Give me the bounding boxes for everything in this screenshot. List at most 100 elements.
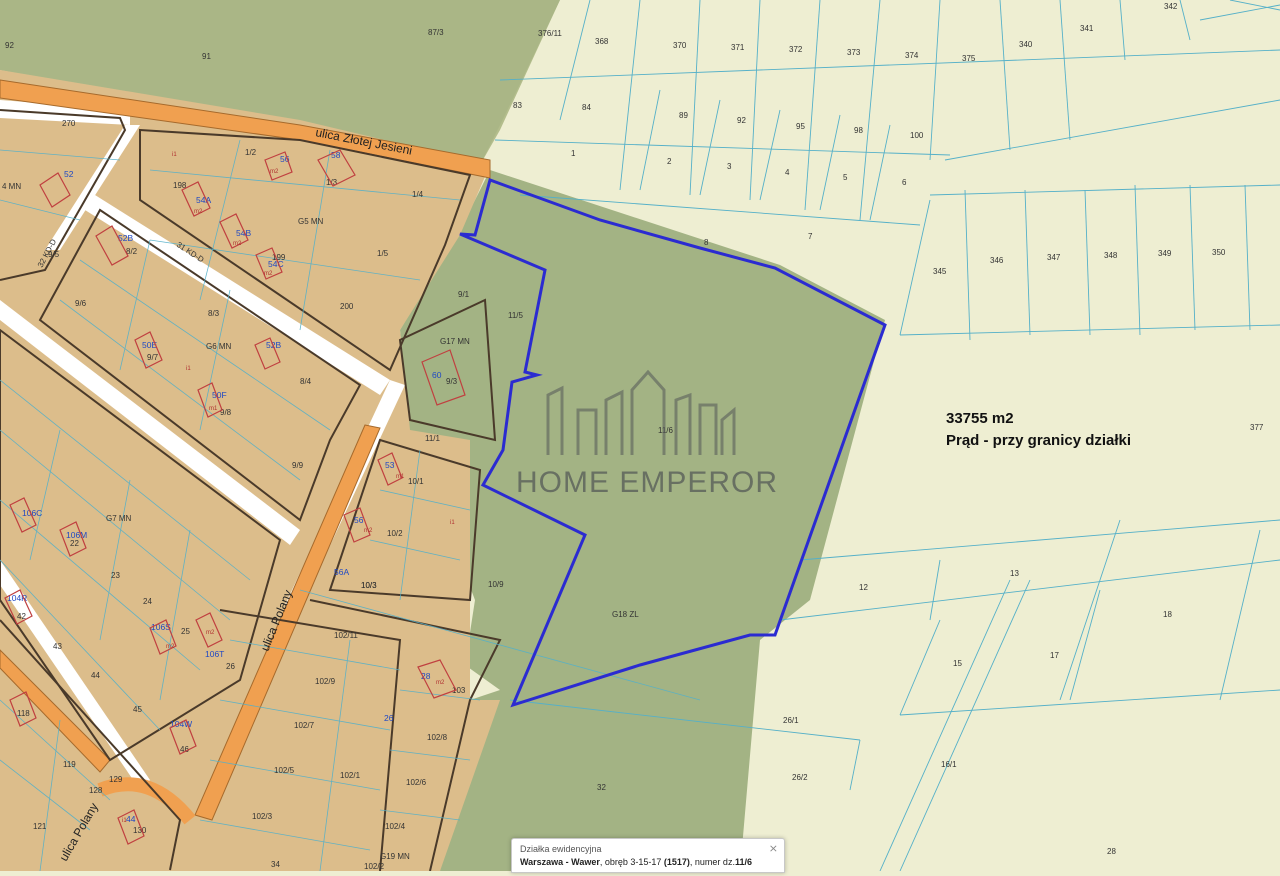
popup-location: Warszawa - Wawer xyxy=(520,857,600,867)
parcel-label: 346 xyxy=(990,256,1004,265)
parcel-label: 347 xyxy=(1047,253,1061,262)
symbol-label: m2 xyxy=(194,209,203,215)
house-number-label: 106M xyxy=(66,530,87,540)
parcel-label: 83 xyxy=(513,101,522,110)
parcel-label: 10/3 xyxy=(361,581,377,590)
parcel-label: 102/1 xyxy=(340,771,361,780)
parcel-label: 349 xyxy=(1158,249,1172,258)
popup-obreb-code: (1517) xyxy=(663,857,690,867)
zone-label-g5: G5 MN xyxy=(298,217,324,226)
parcel-label: 102/5 xyxy=(274,766,295,775)
popup-title: Działka ewidencyjna xyxy=(520,844,602,854)
parcel-label: 1/4 xyxy=(412,190,424,199)
parcel-label: 102/3 xyxy=(252,812,273,821)
parcel-label: 92 xyxy=(737,116,746,125)
parcel-label: 89 xyxy=(679,111,688,120)
house-number-label: 53 xyxy=(385,460,395,470)
parcel-label: 45 xyxy=(133,705,142,714)
parcel-label: 13 xyxy=(1010,569,1019,578)
parcel-label: 340 xyxy=(1019,40,1033,49)
house-number-label: 50F xyxy=(212,390,227,400)
parcel-label: 26 xyxy=(226,662,235,671)
parcel-label: 92 xyxy=(5,41,14,50)
popup-body: Warszawa - Wawer, obręb 3-15-17 (1517), … xyxy=(520,857,752,867)
parcel-label: 5 xyxy=(843,173,848,182)
parcel-label: 34 xyxy=(271,860,280,869)
zone-label-4mn: 4 MN xyxy=(2,182,21,191)
parcel-label: 200 xyxy=(340,302,354,311)
parcel-label: 102/9 xyxy=(315,677,336,686)
map-canvas[interactable]: ulica Złotej Jesieni ulica Polany ulica … xyxy=(0,0,1280,873)
zone-label-g17: G17 MN xyxy=(440,337,470,346)
parcel-label: 44 xyxy=(91,671,100,680)
house-number-label: 60 xyxy=(432,370,442,380)
parcel-label: 270 xyxy=(62,119,76,128)
parcel-label: 16/1 xyxy=(941,760,957,769)
parcel-label: 102/6 xyxy=(406,778,427,787)
parcel-label: 10/9 xyxy=(488,580,504,589)
symbol-label: m2 xyxy=(206,630,215,636)
parcel-label: 348 xyxy=(1104,251,1118,260)
house-number-label: 44 xyxy=(126,814,136,824)
parcel-label: 372 xyxy=(789,45,803,54)
parcel-label: 32 xyxy=(597,783,606,792)
parcel-label: 7 xyxy=(808,232,813,241)
house-number-label: 54A xyxy=(196,195,211,205)
parcel-label: 8 xyxy=(704,238,709,247)
area-text: 33755 m2 xyxy=(946,410,1014,427)
residential-zone xyxy=(0,70,500,871)
parcel-label: 9/5 xyxy=(48,250,60,259)
parcel-label: 87/3 xyxy=(428,28,444,37)
parcel-label: 8/4 xyxy=(300,377,312,386)
parcel-label: 102/2 xyxy=(364,862,385,871)
popup-parcel-number: 11/6 xyxy=(734,857,752,867)
parcel-label: 9/9 xyxy=(292,461,304,470)
house-number-label: 54C xyxy=(268,259,284,269)
symbol-label: m2 xyxy=(264,271,273,277)
parcel-label: 18 xyxy=(1163,610,1172,619)
parcel-label: 26/1 xyxy=(783,716,799,725)
parcel-label: 121 xyxy=(33,822,47,831)
popup-numer-prefix: , numer dz. xyxy=(689,857,735,867)
parcel-label: 9/3 xyxy=(446,377,458,386)
popup-details-prefix: , obręb 3-15-17 xyxy=(599,857,664,867)
parcel-label: 2 xyxy=(667,157,672,166)
house-number-label: 26 xyxy=(384,713,394,723)
parcel-label: 26/2 xyxy=(792,773,808,782)
parcel-label: 91 xyxy=(202,52,211,61)
parcel-label: 11/1 xyxy=(425,434,441,443)
utility-text: Prąd - przy granicy działki xyxy=(946,432,1132,449)
parcel-label: 377 xyxy=(1250,423,1264,432)
parcel-label: 1/2 xyxy=(245,148,257,157)
house-number-label: 52 xyxy=(64,169,74,179)
parcel-label: 25 xyxy=(181,627,190,636)
parcel-label: 102/4 xyxy=(385,822,406,831)
parcel-label: 23 xyxy=(111,571,120,580)
parcel-label: 1/5 xyxy=(377,249,389,258)
parcel-label: 43 xyxy=(53,642,62,651)
parcel-label: 8/3 xyxy=(208,309,220,318)
close-icon[interactable]: ⨯ xyxy=(769,842,778,855)
zone-label-g6: G6 MN xyxy=(206,342,232,351)
zone-label-g18: G18 ZL xyxy=(612,610,639,619)
house-number-label: 56A xyxy=(334,567,349,577)
zone-label-g7: G7 MN xyxy=(106,514,132,523)
parcel-label: 17 xyxy=(1050,651,1059,660)
parcel-label: 15 xyxy=(953,659,962,668)
parcel-label: 9/1 xyxy=(458,290,470,299)
parcel-label: 98 xyxy=(854,126,863,135)
parcel-label: 130 xyxy=(133,826,147,835)
parcel-label: 102/7 xyxy=(294,721,315,730)
parcel-label: 345 xyxy=(933,267,947,276)
parcel-label: 4 xyxy=(785,168,790,177)
parcel-label: 1/3 xyxy=(326,178,338,187)
parcel-label: 375 xyxy=(962,54,976,63)
parcel-label: 102/11 xyxy=(334,631,358,640)
parcel-label: 12 xyxy=(859,583,868,592)
house-number-label: 106T xyxy=(205,649,224,659)
parcel-label: 128 xyxy=(89,786,103,795)
parcel-label: 373 xyxy=(847,48,861,57)
symbol-label: i1 xyxy=(122,818,127,824)
symbol-label: i1 xyxy=(186,366,191,372)
parcel-popup[interactable]: Działka ewidencyjna ⨯ Warszawa - Wawer, … xyxy=(511,838,785,873)
